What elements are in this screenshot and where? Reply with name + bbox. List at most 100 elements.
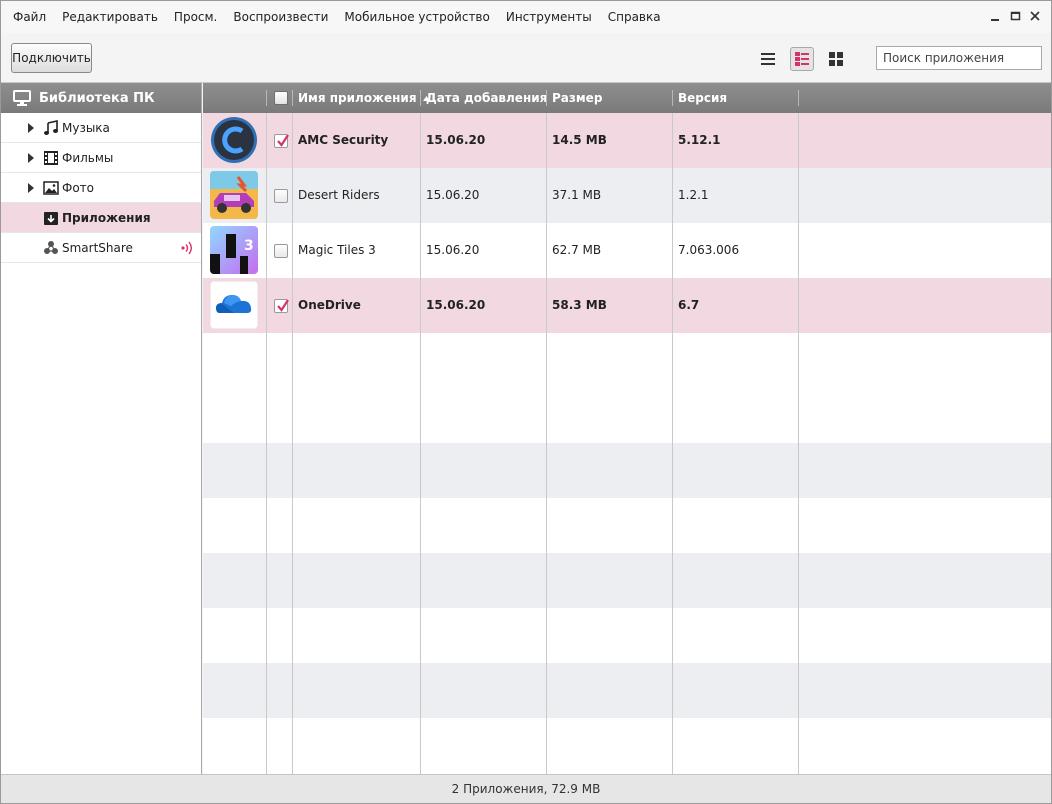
empty-row xyxy=(203,663,1051,718)
row-checkbox[interactable] xyxy=(274,134,289,148)
detail-view-button[interactable] xyxy=(790,47,814,71)
amc-security-app-icon xyxy=(210,116,258,164)
caret-right-icon[interactable] xyxy=(27,123,35,133)
sidebar-item-label: SmartShare xyxy=(62,241,133,255)
row-checkbox[interactable] xyxy=(274,244,288,258)
apps-icon xyxy=(43,210,59,226)
caret-right-icon[interactable] xyxy=(27,153,35,163)
table-row[interactable]: Desert Riders 15.06.20 37.1 MB 1.2.1 xyxy=(203,168,1051,223)
sidebar-item-music[interactable]: Музыка xyxy=(1,113,201,143)
close-icon[interactable] xyxy=(1026,7,1044,25)
column-header-version[interactable]: Версия xyxy=(678,83,727,113)
sidebar-item-label: Фото xyxy=(62,181,95,195)
date-added: 15.06.20 xyxy=(426,133,486,147)
app-window: Файл Редактировать Просм. Воспроизвести … xyxy=(0,0,1052,804)
desert-riders-app-icon xyxy=(210,171,258,219)
sidebar-header-label: Библиотека ПК xyxy=(39,90,155,106)
empty-row xyxy=(203,553,1051,608)
film-icon xyxy=(43,150,59,166)
magic-tiles-logo-digit: 3 xyxy=(244,238,254,254)
app-name: OneDrive xyxy=(298,298,361,312)
menu-play[interactable]: Воспроизвести xyxy=(225,9,336,25)
photo-icon xyxy=(43,180,59,196)
search-input[interactable] xyxy=(876,46,1042,70)
column-divider xyxy=(798,113,799,774)
header-divider xyxy=(420,90,421,106)
table-row[interactable]: 3 Magic Tiles 3 15.06.20 62.7 MB 7.063.0… xyxy=(203,223,1051,278)
date-added: 15.06.20 xyxy=(426,188,480,202)
column-header-size[interactable]: Размер xyxy=(552,83,602,113)
sidebar-item-label: Приложения xyxy=(62,211,151,225)
row-checkbox[interactable] xyxy=(274,189,288,203)
magic-tiles-app-icon: 3 xyxy=(210,226,258,274)
select-all-checkbox[interactable] xyxy=(274,91,288,105)
column-header-date[interactable]: Дата добавления xyxy=(426,83,547,113)
table-header: Имя приложения Дата добавления Размер Ве… xyxy=(203,83,1051,113)
menu-bar: Файл Редактировать Просм. Воспроизвести … xyxy=(1,1,1051,33)
menu-help[interactable]: Справка xyxy=(600,9,669,25)
size: 14.5 MB xyxy=(552,133,607,147)
date-added: 15.06.20 xyxy=(426,243,480,257)
version: 7.063.006 xyxy=(678,243,740,257)
status-bar: 2 Приложения, 72.9 MB xyxy=(1,774,1051,803)
column-divider xyxy=(672,113,673,774)
version: 6.7 xyxy=(678,298,700,312)
maximize-icon[interactable] xyxy=(1006,7,1024,25)
column-divider xyxy=(546,113,547,774)
table-row[interactable]: OneDrive 15.06.20 58.3 MB 6.7 xyxy=(203,278,1051,333)
header-divider xyxy=(292,90,293,106)
column-divider xyxy=(292,113,293,774)
header-divider xyxy=(798,90,799,106)
sidebar-item-smartshare[interactable]: SmartShare xyxy=(1,233,201,263)
column-divider xyxy=(420,113,421,774)
header-divider xyxy=(672,90,673,106)
sidebar-item-photos[interactable]: Фото xyxy=(1,173,201,203)
empty-row xyxy=(203,718,1051,773)
menu-tools[interactable]: Инструменты xyxy=(498,9,600,25)
sidebar-item-label: Музыка xyxy=(62,121,110,135)
connect-button[interactable]: Подключить xyxy=(11,43,92,73)
menu-file[interactable]: Файл xyxy=(5,9,54,25)
checkmark-icon xyxy=(277,134,289,147)
table-row[interactable]: AMC Security 15.06.20 14.5 MB 5.12.1 xyxy=(203,113,1051,168)
size: 37.1 MB xyxy=(552,188,602,202)
sidebar-item-label: Фильмы xyxy=(62,151,114,165)
list-view-button[interactable] xyxy=(756,47,780,71)
empty-row xyxy=(203,443,1051,498)
app-name: Desert Riders xyxy=(298,188,380,202)
monitor-icon xyxy=(13,90,31,106)
menu-view[interactable]: Просм. xyxy=(166,9,225,25)
music-icon xyxy=(43,120,59,136)
menu-edit[interactable]: Редактировать xyxy=(54,9,166,25)
column-header-name[interactable]: Имя приложения xyxy=(298,83,430,113)
menu-mobile-device[interactable]: Мобильное устройство xyxy=(336,9,497,25)
version: 1.2.1 xyxy=(678,188,709,202)
empty-row xyxy=(203,608,1051,663)
smartshare-icon xyxy=(43,240,59,256)
grid-view-icon xyxy=(829,52,843,66)
row-checkbox[interactable] xyxy=(274,299,289,313)
header-divider xyxy=(266,90,267,106)
detail-view-icon xyxy=(795,52,809,66)
date-added: 15.06.20 xyxy=(426,298,486,312)
app-name: Magic Tiles 3 xyxy=(298,243,376,257)
checkmark-icon xyxy=(277,299,289,312)
sidebar-item-movies[interactable]: Фильмы xyxy=(1,143,201,173)
list-view-icon xyxy=(761,53,775,65)
column-divider xyxy=(266,113,267,774)
sidebar-item-apps[interactable]: Приложения xyxy=(1,203,201,233)
sidebar: Библиотека ПК Музыка Фильмы Фото Приложе… xyxy=(1,83,202,774)
toolbar: Подключить xyxy=(1,33,1051,83)
version: 5.12.1 xyxy=(678,133,721,147)
app-list-table: AMC Security 15.06.20 14.5 MB 5.12.1 Des… xyxy=(203,83,1051,774)
onedrive-app-icon xyxy=(210,281,258,329)
cast-signal-icon xyxy=(181,241,192,255)
grid-view-button[interactable] xyxy=(824,47,848,71)
sidebar-header[interactable]: Библиотека ПК xyxy=(1,83,201,113)
size: 58.3 MB xyxy=(552,298,607,312)
empty-row xyxy=(203,388,1051,443)
app-name: AMC Security xyxy=(298,133,389,147)
minimize-icon[interactable] xyxy=(986,7,1004,25)
empty-row xyxy=(203,498,1051,553)
caret-right-icon[interactable] xyxy=(27,183,35,193)
